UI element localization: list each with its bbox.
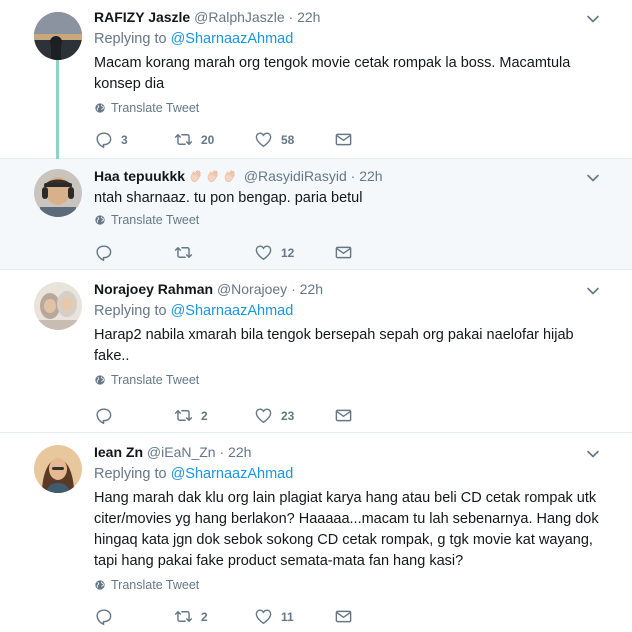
translate-label: Translate Tweet xyxy=(111,373,200,387)
envelope-icon xyxy=(334,607,353,626)
translate-tweet-link[interactable]: Translate Tweet xyxy=(94,101,612,115)
clapping-hands-emoji xyxy=(189,168,204,183)
translate-label: Translate Tweet xyxy=(111,213,200,227)
retweet-count: 2 xyxy=(201,609,208,624)
retweet-count: 20 xyxy=(201,132,215,147)
envelope-icon xyxy=(334,406,353,425)
globe-icon xyxy=(94,214,106,226)
heart-icon xyxy=(254,130,273,149)
tweet[interactable]: Iean Zn @iEaN_Zn · 22h Replying to @Shar… xyxy=(0,433,632,632)
tweet-time[interactable]: 22h xyxy=(228,444,251,460)
tweet-time[interactable]: 22h xyxy=(300,281,323,297)
reply-button[interactable] xyxy=(94,243,174,262)
like-count: 11 xyxy=(281,609,294,624)
like-button[interactable]: 11 xyxy=(254,607,334,626)
display-name[interactable]: Iean Zn xyxy=(94,444,143,460)
separator-dot: · xyxy=(291,281,296,297)
retweet-button[interactable] xyxy=(174,243,254,262)
retweet-icon xyxy=(174,607,193,626)
heart-icon xyxy=(254,607,273,626)
reply-icon xyxy=(94,607,113,626)
display-name[interactable]: Haa tepuukkk xyxy=(94,168,185,184)
chevron-down-icon[interactable] xyxy=(586,284,600,298)
like-count: 23 xyxy=(281,408,295,423)
replying-prefix: Replying to xyxy=(94,303,171,319)
user-handle[interactable]: @RalphJaszle xyxy=(194,9,284,25)
chevron-down-icon[interactable] xyxy=(586,12,600,26)
thread-line xyxy=(56,60,59,164)
like-count: 58 xyxy=(281,132,295,147)
tweet[interactable]: RAFIZY Jaszle @RalphJaszle · 22h Replyin… xyxy=(0,0,632,164)
separator-dot: · xyxy=(288,9,294,25)
tweet-text: Macam korang marah org tengok movie ceta… xyxy=(94,55,571,92)
tweet[interactable]: Haa tepuukkk @RasyidiRasyid · 22h ntah s… xyxy=(0,159,632,270)
translate-tweet-link[interactable]: Translate Tweet xyxy=(94,213,612,227)
mention-link[interactable]: @SharnaazAhmad xyxy=(171,303,294,319)
reply-count: 3 xyxy=(121,132,128,147)
tweet-feed: RAFIZY Jaszle @RalphJaszle · 22h Replyin… xyxy=(0,0,632,632)
direct-message-button[interactable] xyxy=(334,243,414,262)
envelope-icon xyxy=(334,243,353,262)
globe-icon xyxy=(94,579,106,591)
clapping-hands-emoji xyxy=(206,168,221,183)
separator-dot: · xyxy=(350,168,356,184)
avatar[interactable] xyxy=(34,169,82,217)
translate-label: Translate Tweet xyxy=(111,578,200,592)
retweet-icon xyxy=(174,243,193,262)
separator-dot: · xyxy=(219,444,225,460)
like-count: 12 xyxy=(281,245,295,260)
replying-to: Replying to @SharnaazAhmad xyxy=(94,301,612,321)
tweet-time[interactable]: 22h xyxy=(297,9,320,25)
clapping-hands-emoji xyxy=(223,168,238,183)
translate-tweet-link[interactable]: Translate Tweet xyxy=(94,578,612,592)
replying-prefix: Replying to xyxy=(94,31,171,47)
like-button[interactable]: 12 xyxy=(254,243,334,262)
like-button[interactable]: 58 xyxy=(254,130,334,149)
replying-prefix: Replying to xyxy=(94,466,171,482)
avatar[interactable] xyxy=(34,445,82,493)
translate-label: Translate Tweet xyxy=(111,101,200,115)
replying-to: Replying to @SharnaazAhmad xyxy=(94,464,612,484)
retweet-button[interactable]: 2 xyxy=(174,406,254,425)
direct-message-button[interactable] xyxy=(334,607,414,626)
replying-to: Replying to @SharnaazAhmad xyxy=(94,29,612,49)
reply-button[interactable]: 3 xyxy=(94,130,174,149)
reply-icon xyxy=(94,406,113,425)
avatar[interactable] xyxy=(34,282,82,330)
like-button[interactable]: 23 xyxy=(254,406,334,425)
chevron-down-icon[interactable] xyxy=(586,171,600,185)
reply-button[interactable] xyxy=(94,607,174,626)
direct-message-button[interactable] xyxy=(334,406,414,425)
reply-icon xyxy=(94,243,113,262)
retweet-button[interactable]: 20 xyxy=(174,130,254,149)
display-name[interactable]: RAFIZY Jaszle xyxy=(94,9,190,25)
mention-link[interactable]: @SharnaazAhmad xyxy=(171,31,294,47)
chevron-down-icon[interactable] xyxy=(586,447,600,461)
avatar[interactable] xyxy=(34,12,82,60)
user-handle[interactable]: @Norajoey xyxy=(217,281,287,297)
retweet-button[interactable]: 2 xyxy=(174,607,254,626)
mention-link[interactable]: @SharnaazAhmad xyxy=(171,466,294,482)
display-name[interactable]: Norajoey Rahman xyxy=(94,281,213,297)
tweet[interactable]: Norajoey Rahman @Norajoey · 22h Replying… xyxy=(0,270,632,433)
reply-icon xyxy=(94,130,113,149)
heart-icon xyxy=(254,406,273,425)
tweet-time[interactable]: 22h xyxy=(359,168,382,184)
direct-message-button[interactable] xyxy=(334,130,414,149)
retweet-count: 2 xyxy=(201,408,208,423)
tweet-text: Harap2 nabila xmarah bila tengok bersepa… xyxy=(94,327,574,364)
tweet-text: Hang marah dak klu org lain plagiat kary… xyxy=(94,490,599,569)
heart-icon xyxy=(254,243,273,262)
translate-tweet-link[interactable]: Translate Tweet xyxy=(94,373,612,387)
globe-icon xyxy=(94,374,106,386)
retweet-icon xyxy=(174,130,193,149)
user-handle[interactable]: @iEaN_Zn xyxy=(147,444,216,460)
user-handle[interactable]: @RasyidiRasyid xyxy=(244,168,347,184)
retweet-icon xyxy=(174,406,193,425)
envelope-icon xyxy=(334,130,353,149)
globe-icon xyxy=(94,102,106,114)
name-emoji-group xyxy=(189,168,244,184)
reply-button[interactable] xyxy=(94,406,174,425)
tweet-text: ntah sharnaaz. tu pon bengap. paria betu… xyxy=(94,190,363,206)
